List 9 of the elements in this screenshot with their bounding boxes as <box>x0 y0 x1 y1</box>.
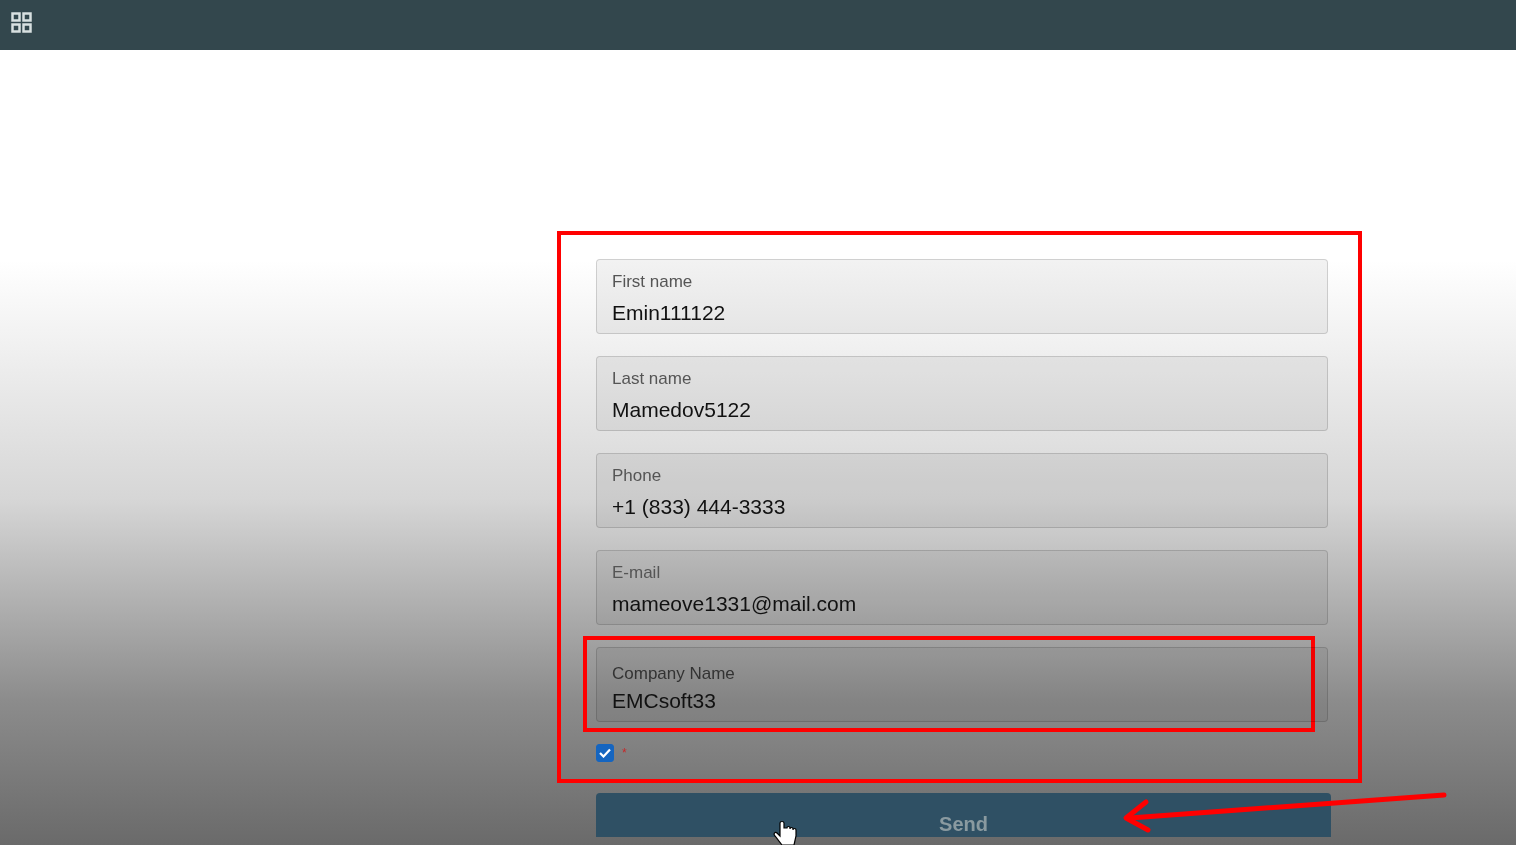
field-label: Phone <box>612 466 662 487</box>
hand-cursor-icon <box>773 820 797 845</box>
checkbox[interactable] <box>596 744 614 762</box>
field-label: First name <box>612 272 693 293</box>
field-label: E-mail <box>612 563 661 584</box>
field-label: Company Name <box>612 664 735 685</box>
field-label: Last name <box>612 369 692 390</box>
required-mark: * <box>622 745 627 762</box>
apps-grid-icon[interactable] <box>11 12 32 34</box>
